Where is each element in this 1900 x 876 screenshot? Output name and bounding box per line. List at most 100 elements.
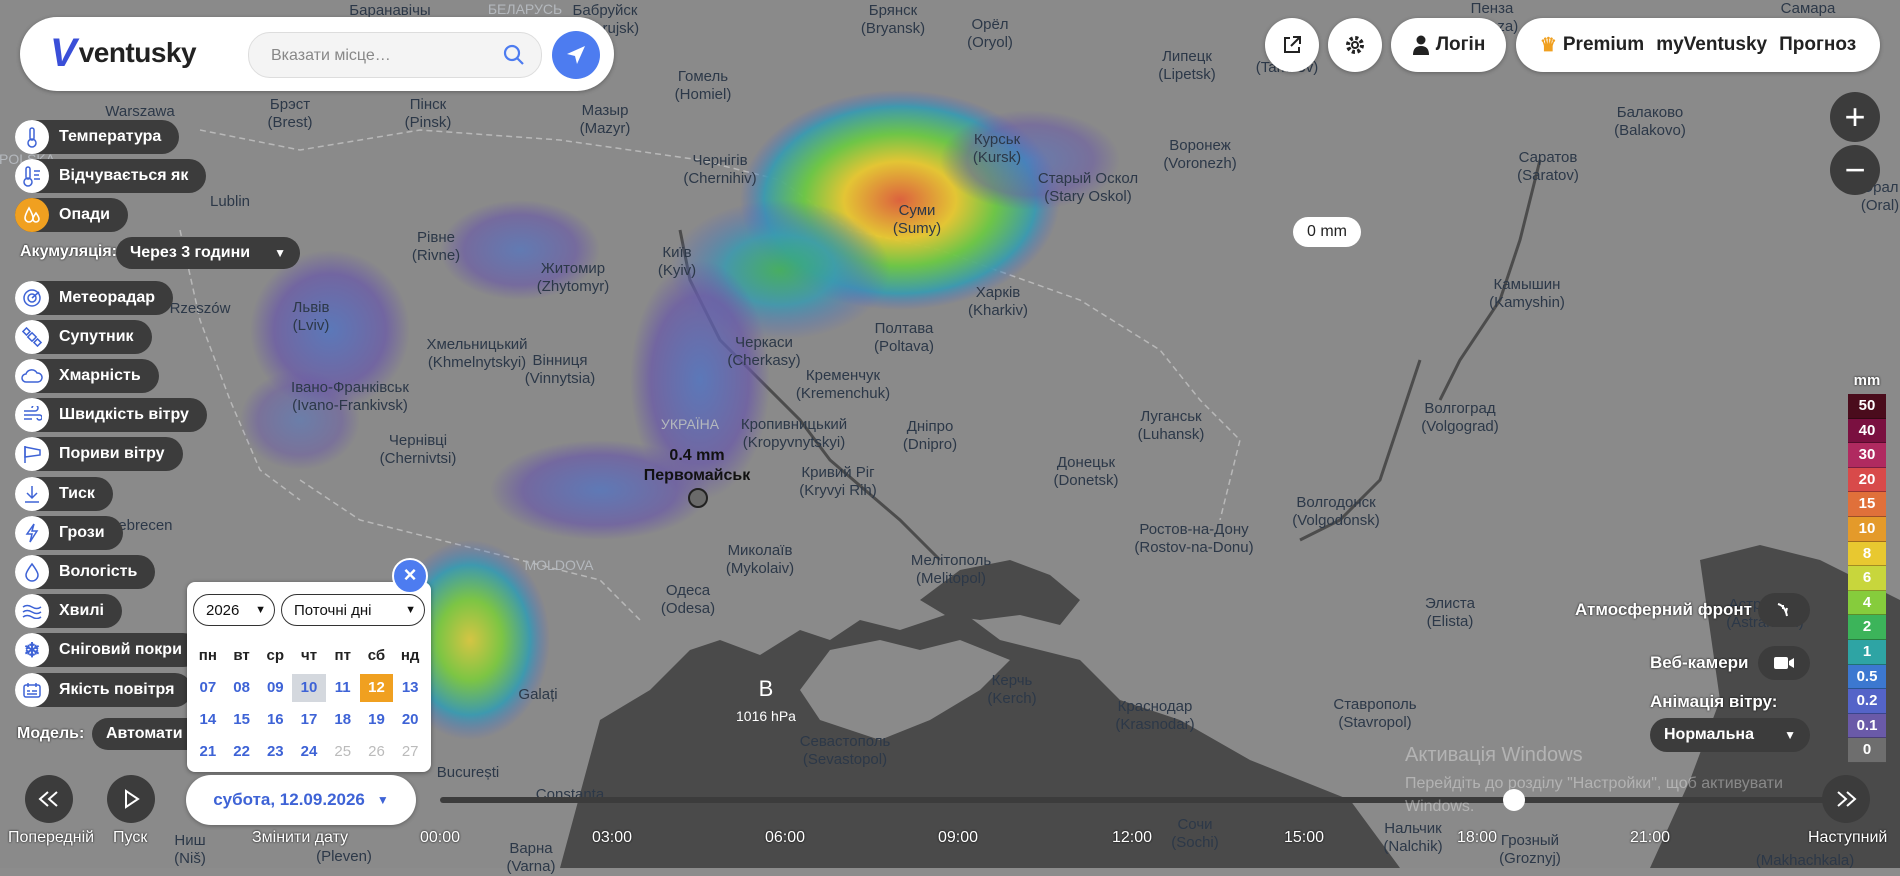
map-label: Львів (Lviv) (292, 299, 330, 334)
map-label: Волгоград (Volgograd) (1421, 400, 1499, 435)
timeline-hour[interactable]: 06:00 (765, 829, 805, 847)
calendar-day[interactable]: 19 (360, 706, 394, 734)
legend-unit: mm (1853, 372, 1881, 389)
layer-thunderstorms[interactable]: Грози (15, 516, 123, 550)
layer-label: Грози (59, 524, 105, 541)
zoom-out-button[interactable]: − (1830, 145, 1880, 195)
map-label: БЕЛАРУСЬ (487, 1, 563, 17)
air-quality-icon (15, 673, 49, 707)
map-label: Харків (Kharkiv) (967, 284, 1029, 319)
layer-cloudiness[interactable]: Хмарність (15, 359, 159, 393)
map-label: Элиста (Elista) (1425, 595, 1475, 630)
settings-button[interactable] (1328, 18, 1382, 72)
windows-activation-line2: Windows. (1405, 798, 1475, 815)
layer-satellite[interactable]: Супутник (15, 320, 152, 354)
layer-air-quality[interactable]: Якість повітря (15, 673, 193, 707)
timeline-hour[interactable]: 09:00 (938, 829, 978, 847)
gear-icon (1346, 36, 1364, 54)
calendar-day[interactable]: 18 (326, 706, 360, 734)
chevron-down-icon: ▼ (405, 604, 416, 616)
login-button[interactable]: Логін (1391, 18, 1506, 72)
calendar-day[interactable]: 24 (292, 738, 326, 766)
accumulation-select[interactable]: Через 3 години ▼ (116, 237, 300, 269)
timeline-hour[interactable]: 03:00 (592, 829, 632, 847)
layer-temperature[interactable]: Температура (15, 120, 180, 154)
logo-search-panel: V ventusky (20, 17, 614, 91)
change-date-label[interactable]: Змінити дату (252, 829, 348, 847)
ventusky-logo[interactable]: V ventusky (50, 33, 197, 73)
calendar-day[interactable]: 17 (292, 706, 326, 734)
search-input[interactable] (269, 33, 493, 79)
locate-button[interactable] (552, 31, 600, 79)
layer-label: Пориви вітру (59, 445, 165, 462)
map-label: Брэст (Brest) (267, 96, 313, 131)
calendar-day[interactable]: 07 (191, 674, 225, 702)
timeline-hour[interactable]: 00:00 (420, 829, 460, 847)
calendar-day[interactable]: 14 (191, 706, 225, 734)
front-icon (1777, 603, 1788, 617)
layer-radar[interactable]: Метеорадар (15, 281, 174, 315)
calendar-day[interactable]: 16 (258, 706, 292, 734)
calendar-day[interactable]: 11 (326, 674, 360, 702)
webcams-toggle[interactable] (1758, 646, 1810, 680)
rain-drops-icon (15, 198, 49, 232)
weather-front-label: Атмосферний фронт (1575, 600, 1752, 619)
map-label: Вінниця (Vinnytsia) (524, 352, 596, 387)
legend-step: 2 (1848, 615, 1886, 640)
chevron-down-icon: ▼ (1784, 728, 1796, 742)
map-label: Дніпро (Dnipro) (902, 418, 958, 453)
map-label: УКРАЇНА (660, 416, 720, 432)
calendar-day[interactable]: 23 (258, 738, 292, 766)
calendar-day[interactable]: 13 (393, 674, 427, 702)
calendar-day[interactable]: 09 (258, 674, 292, 702)
map-label: Варна (Varna) (506, 840, 556, 875)
layer-snow-cover[interactable]: ❄ Сніговий покри (15, 633, 200, 667)
calendar-day[interactable]: 08 (225, 674, 259, 702)
layer-wind-gusts[interactable]: Пориви вітру (15, 437, 183, 471)
calendar-day[interactable]: 20 (393, 706, 427, 734)
close-calendar-button[interactable]: × (392, 558, 428, 594)
calendar-day[interactable]: 15 (225, 706, 259, 734)
calendar-day[interactable]: 22 (225, 738, 259, 766)
share-button[interactable] (1265, 18, 1319, 72)
zoom-in-button[interactable]: + (1830, 92, 1880, 142)
crown-icon: ♛ (1539, 34, 1557, 56)
layer-pressure[interactable]: Тиск (15, 477, 113, 511)
pressure-icon (15, 477, 49, 511)
layer-waves[interactable]: Хвилі (15, 594, 122, 628)
legend-step: 0 (1848, 738, 1886, 763)
timeline-hour[interactable]: 21:00 (1630, 829, 1670, 847)
map-label: Нальчик (Nalchik) (1383, 820, 1443, 855)
map-label: Грозный (Groznyj) (1499, 832, 1561, 867)
year-select[interactable]: 2026 ▼ (193, 594, 275, 626)
timeline-hour[interactable]: 18:00 (1457, 829, 1497, 847)
map-label: Севастополь (Sevastopol) (799, 733, 891, 768)
previous-button[interactable] (25, 775, 73, 823)
premium-button[interactable]: ♛ Premium myVentusky Прогноз (1516, 18, 1880, 72)
weather-front-toggle[interactable] (1758, 593, 1810, 627)
search-box[interactable] (248, 32, 542, 79)
calendar-day[interactable]: 12 (359, 674, 394, 702)
layer-precipitation[interactable]: Опади (15, 198, 128, 232)
play-button[interactable] (107, 775, 155, 823)
calendar-day[interactable]: 21 (191, 738, 225, 766)
wind-animation-value: Нормальна (1664, 726, 1754, 743)
point-marker[interactable] (688, 488, 708, 508)
timeline-hour[interactable]: 12:00 (1112, 829, 1152, 847)
map-label: Galați (518, 686, 558, 703)
search-icon[interactable] (503, 44, 525, 66)
calendar-day[interactable]: 10 (292, 674, 326, 702)
map-label: Ставрополь (Stavropol) (1333, 696, 1417, 731)
map-label: Донецьк (Donetsk) (1053, 454, 1119, 489)
layer-feels-like[interactable]: Відчувається як (15, 159, 207, 193)
layer-label: Метеорадар (59, 289, 156, 306)
legend-step: 15 (1848, 492, 1886, 517)
layer-wind-speed[interactable]: Швидкість вітру (15, 398, 207, 432)
wind-animation-select[interactable]: Нормальна ▼ (1650, 718, 1810, 752)
range-select[interactable]: Поточні дні ▼ (281, 594, 425, 626)
timeline-track[interactable] (440, 797, 1835, 803)
date-selector[interactable]: субота, 12.09.2026 ▼ (186, 775, 416, 825)
precip-tooltip: 0 mm (1293, 217, 1361, 247)
timeline-hour[interactable]: 15:00 (1284, 829, 1324, 847)
layer-humidity[interactable]: Вологість (15, 555, 156, 589)
